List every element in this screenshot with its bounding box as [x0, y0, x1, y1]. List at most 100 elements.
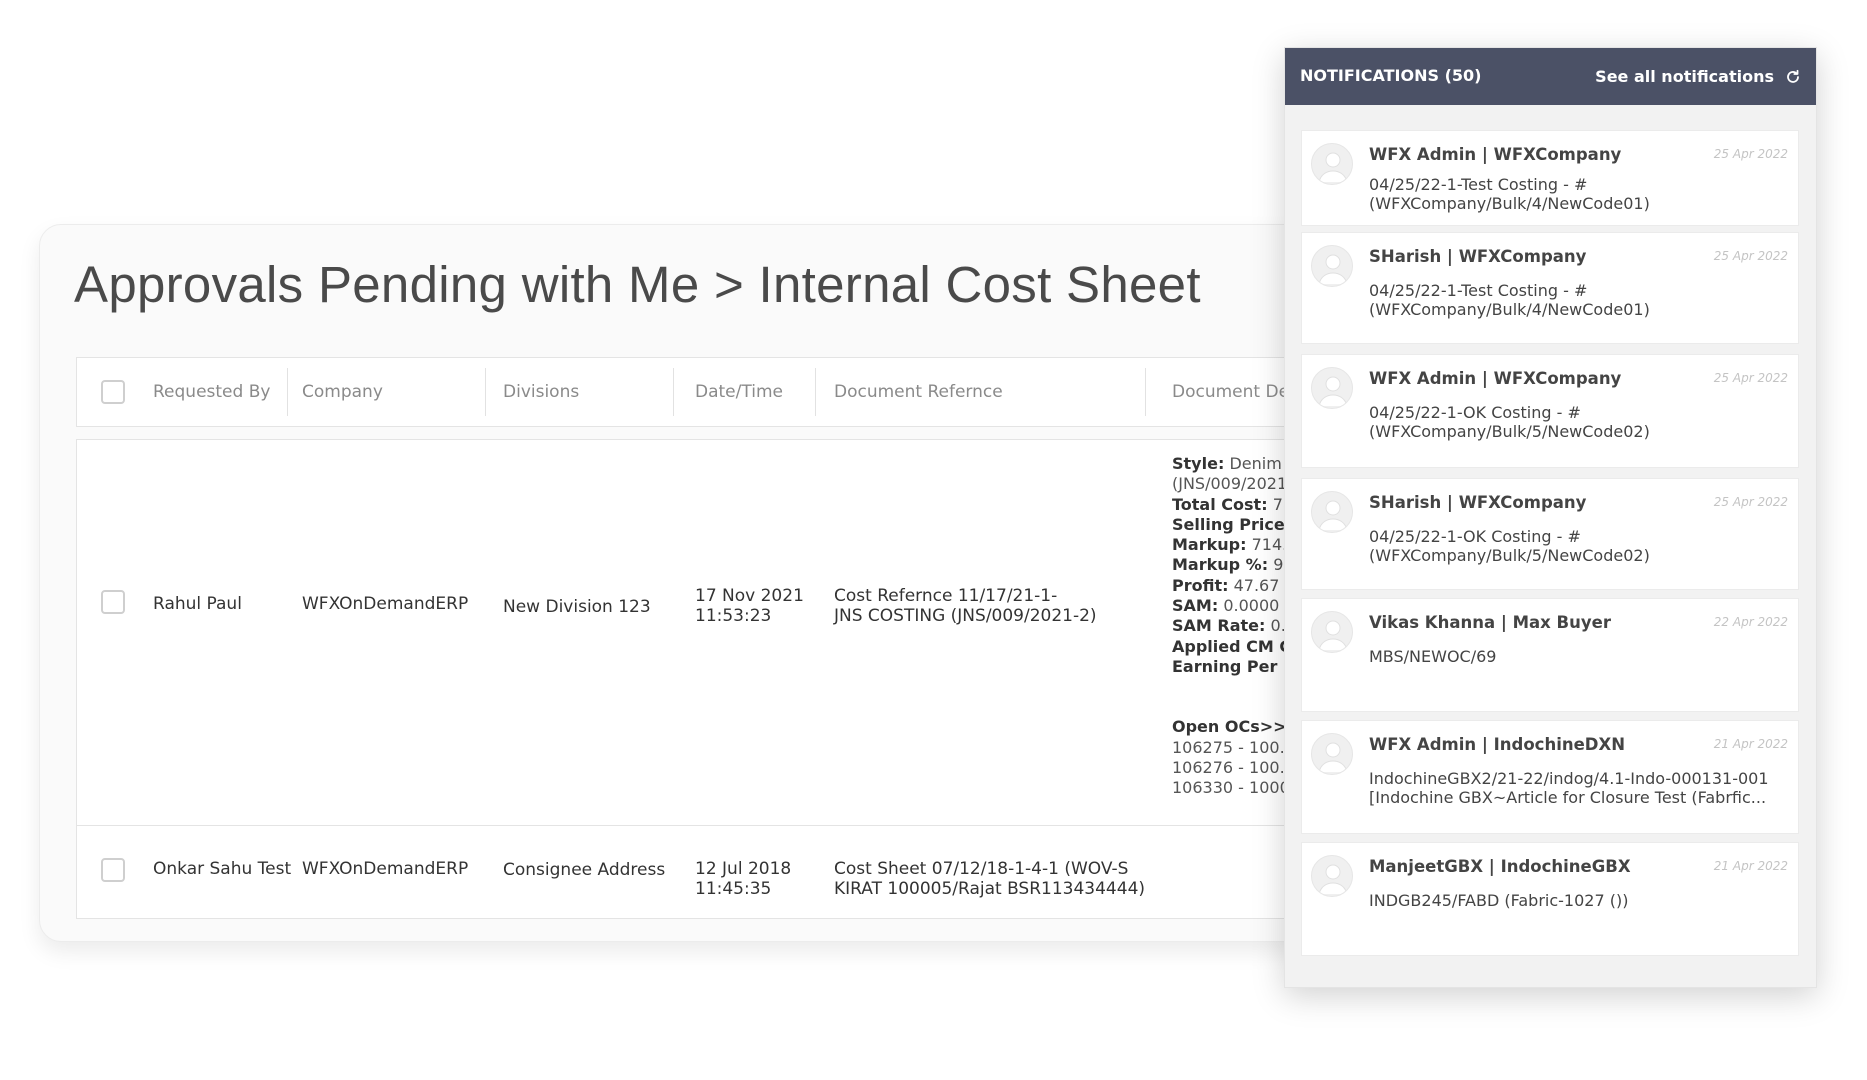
- notification-message-line2: (WFXCompany/Bulk/5/NewCode02): [1369, 422, 1650, 441]
- notification-message-line2: (WFXCompany/Bulk/4/NewCode01): [1369, 194, 1650, 213]
- header-company[interactable]: Company: [302, 358, 383, 426]
- notifications-panel: NOTIFICATIONS (50) See all notifications…: [1284, 47, 1817, 988]
- detail-label: Total Cost:: [1172, 494, 1268, 514]
- notifications-title: NOTIFICATIONS (50): [1300, 66, 1482, 85]
- notification-message-line1: 04/25/22-1-OK Costing - #: [1369, 527, 1581, 546]
- notification-date: 21 Apr 2022: [1713, 737, 1788, 751]
- detail-style: Style: Denim J: [1172, 454, 1302, 474]
- cell-document-reference-line1[interactable]: Cost Sheet 07/12/18-1-4-1 (WOV-S: [834, 859, 1128, 879]
- notification-message-line2: (WFXCompany/Bulk/4/NewCode01): [1369, 300, 1650, 319]
- notification-date: 21 Apr 2022: [1713, 859, 1788, 873]
- detail-label: Markup %:: [1172, 555, 1269, 575]
- avatar-icon: [1311, 367, 1353, 409]
- cell-requested-by: Onkar Sahu Test: [153, 859, 292, 879]
- notification-item[interactable]: Vikas Khanna | Max Buyer 22 Apr 2022 MBS/N…: [1301, 598, 1799, 712]
- see-all-notifications-link[interactable]: See all notifications: [1595, 67, 1774, 86]
- notification-user: SHarish | WFXCompany: [1369, 247, 1587, 266]
- avatar-icon: [1311, 245, 1353, 287]
- detail-total-cost: Total Cost: 78: [1172, 495, 1302, 515]
- notification-user: WFX Admin | WFXCompany: [1369, 369, 1622, 388]
- avatar-icon: [1311, 491, 1353, 533]
- detail-label: SAM:: [1172, 596, 1219, 616]
- notification-user: SHarish | WFXCompany: [1369, 493, 1587, 512]
- detail-earning-per-minute: Earning Per M: [1172, 657, 1302, 677]
- avatar-icon: [1311, 143, 1353, 185]
- select-all-checkbox[interactable]: [101, 380, 125, 404]
- approvals-card: Approvals Pending with Me > Internal Cos…: [39, 224, 1439, 942]
- notifications-header: NOTIFICATIONS (50) See all notifications: [1285, 48, 1816, 105]
- notification-message-line2: [Indochine GBX~Article for Closure Test …: [1369, 788, 1767, 807]
- notification-item[interactable]: SHarish | WFXCompany 25 Apr 2022 04/25/22-…: [1301, 478, 1799, 590]
- detail-label: Open OCs>>: [1172, 717, 1287, 737]
- notification-user: Vikas Khanna | Max Buyer: [1369, 613, 1611, 632]
- header-datetime[interactable]: Date/Time: [695, 358, 783, 426]
- table-body: Rahul Paul WFXOnDemandERP New Division 1…: [76, 439, 1438, 919]
- notification-item[interactable]: WFX Admin | WFXCompany 25 Apr 2022 04/25/2…: [1301, 130, 1799, 226]
- detail-label: Applied CM Co: [1172, 636, 1303, 656]
- cell-document-reference-line2[interactable]: KIRAT 100005/Rajat BSR113434444): [834, 879, 1145, 899]
- table-header: Requested By Company Divisions Date/Time…: [76, 357, 1438, 427]
- notification-date: 22 Apr 2022: [1713, 615, 1788, 629]
- cell-document-reference-line1[interactable]: Cost Refernce 11/17/21-1-: [834, 586, 1057, 606]
- cell-date: 17 Nov 2021: [695, 586, 804, 606]
- cell-division: Consignee Address: [503, 860, 666, 880]
- avatar-icon: [1311, 855, 1353, 897]
- detail-sam: SAM: 0.0000: [1172, 596, 1302, 616]
- document-details: Style: Denim J (JNS/009/2021- Total Cost…: [1172, 454, 1302, 798]
- notification-message-line1: MBS/NEWOC/69: [1369, 647, 1497, 666]
- detail-label: Markup:: [1172, 535, 1247, 555]
- cell-time: 11:53:23: [695, 606, 772, 626]
- detail-profit: Profit: 47.67: [1172, 576, 1302, 596]
- cell-document-reference-line2[interactable]: JNS COSTING (JNS/009/2021-2): [834, 606, 1097, 626]
- detail-oc-line: 106275 - 100.0: [1172, 737, 1295, 757]
- notification-message-line1: 04/25/22-1-OK Costing - #: [1369, 403, 1581, 422]
- detail-applied-cm: Applied CM Co: [1172, 637, 1302, 657]
- detail-open-ocs[interactable]: Open OCs>>: [1172, 717, 1302, 737]
- header-divider: [1145, 368, 1146, 416]
- detail-label: SAM Rate:: [1172, 616, 1266, 636]
- detail-label: Style:: [1172, 454, 1225, 473]
- table-row[interactable]: Rahul Paul WFXOnDemandERP New Division 1…: [77, 440, 1438, 826]
- header-document-reference[interactable]: Document Refernce: [834, 358, 1003, 426]
- cell-company: WFXOnDemandERP: [302, 859, 469, 879]
- row-checkbox[interactable]: [101, 858, 125, 882]
- header-divider: [287, 368, 288, 416]
- notification-message-line1: 04/25/22-1-Test Costing - #: [1369, 175, 1588, 194]
- notification-user: ManjeetGBX | IndochineGBX: [1369, 857, 1631, 876]
- notification-message-line2: (WFXCompany/Bulk/5/NewCode02): [1369, 546, 1650, 565]
- header-document-details[interactable]: Document Det: [1172, 358, 1296, 426]
- notification-date: 25 Apr 2022: [1713, 249, 1788, 263]
- cell-time: 11:45:35: [695, 879, 772, 899]
- header-divisions[interactable]: Divisions: [503, 358, 579, 426]
- header-requested-by[interactable]: Requested By: [153, 358, 270, 426]
- page-title: Approvals Pending with Me > Internal Cos…: [74, 256, 1201, 313]
- detail-style-code: (JNS/009/2021-: [1172, 474, 1293, 494]
- notification-item[interactable]: SHarish | WFXCompany 25 Apr 2022 04/25/22-…: [1301, 232, 1799, 344]
- notification-item[interactable]: ManjeetGBX | IndochineGBX 21 Apr 2022 INDG…: [1301, 842, 1799, 956]
- cell-date: 12 Jul 2018: [695, 859, 792, 879]
- notification-date: 25 Apr 2022: [1713, 371, 1788, 385]
- notification-date: 25 Apr 2022: [1713, 147, 1788, 161]
- notification-user: WFX Admin | WFXCompany: [1369, 145, 1622, 164]
- detail-value: 47.67: [1233, 575, 1280, 595]
- notification-item[interactable]: WFX Admin | IndochineDXN 21 Apr 2022 Indoc…: [1301, 720, 1799, 834]
- cell-company: WFXOnDemandERP: [302, 594, 469, 614]
- detail-selling-price: Selling Price:: [1172, 515, 1302, 535]
- detail-value: 0.0000: [1223, 596, 1280, 616]
- detail-markup: Markup: 714.9: [1172, 535, 1302, 555]
- row-checkbox[interactable]: [101, 590, 125, 614]
- header-divider: [815, 368, 816, 416]
- detail-sam-rate: SAM Rate: 0.0: [1172, 616, 1302, 636]
- cell-requested-by: Rahul Paul: [153, 594, 242, 614]
- table-row[interactable]: Onkar Sahu Test WFXOnDemandERP Consignee…: [77, 826, 1438, 918]
- avatar-icon: [1311, 733, 1353, 775]
- refresh-icon[interactable]: [1785, 69, 1801, 85]
- avatar-icon: [1311, 611, 1353, 653]
- header-divider: [485, 368, 486, 416]
- detail-markup-pct: Markup %: 91: [1172, 555, 1302, 575]
- detail-oc-line: 106330 - 1000: [1172, 778, 1290, 798]
- notification-user: WFX Admin | IndochineDXN: [1369, 735, 1626, 754]
- cell-division: New Division 123: [503, 597, 651, 617]
- notification-item[interactable]: WFX Admin | WFXCompany 25 Apr 2022 04/25/2…: [1301, 354, 1799, 468]
- detail-label: Profit:: [1172, 575, 1229, 595]
